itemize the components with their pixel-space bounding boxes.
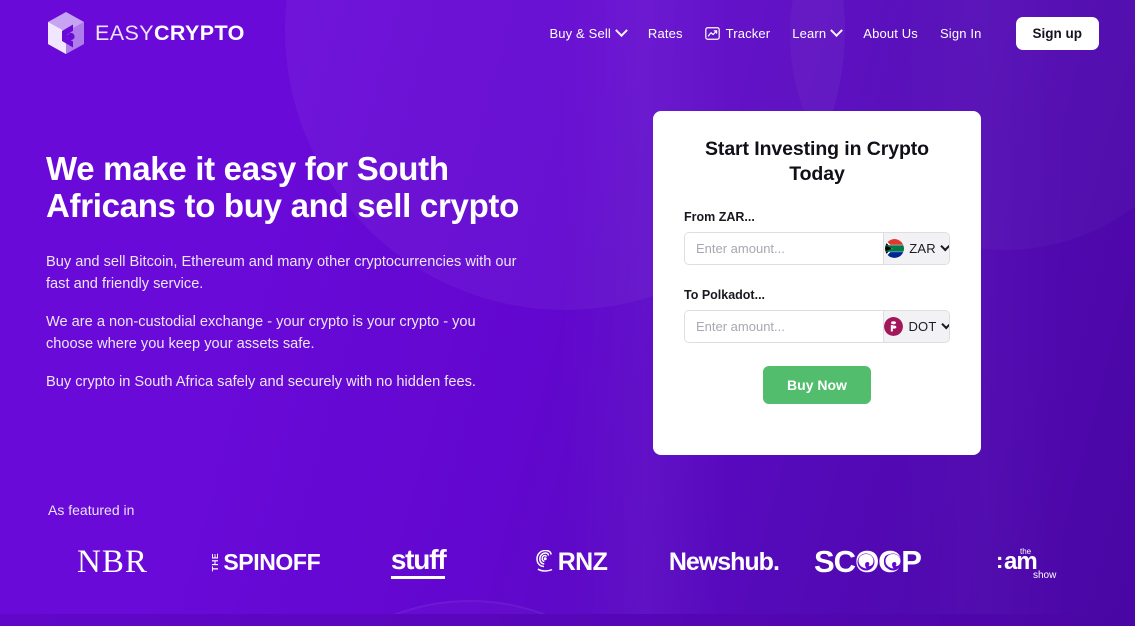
- polkadot-icon: [884, 316, 904, 336]
- featured-logo-the-am-show[interactable]: : am the show: [953, 536, 1106, 588]
- to-amount-input[interactable]: [685, 310, 883, 342]
- brand-logo-text: EASYCRYPTO: [95, 21, 245, 46]
- south-africa-flag-icon: [885, 238, 905, 258]
- buy-now-container: Buy Now: [684, 365, 950, 404]
- brand-logo[interactable]: EASYCRYPTO: [46, 11, 245, 55]
- start-investing-card: Start Investing in Crypto Today From ZAR…: [653, 111, 981, 455]
- hero-paragraph: We are a non-custodial exchange - your c…: [46, 313, 476, 353]
- buy-now-button[interactable]: Buy Now: [763, 365, 871, 404]
- rnz-logo-text: RNZ: [557, 547, 608, 576]
- from-asset-code: ZAR: [909, 240, 936, 256]
- landing-page: EASYCRYPTO Buy & Sell Rates Tracker Lear…: [0, 0, 1135, 626]
- koru-spiral-icon: [535, 550, 553, 572]
- nav-item-tracker[interactable]: Tracker: [704, 25, 771, 41]
- am-show-logo: : am the show: [996, 547, 1057, 581]
- nav-item-label: Learn: [792, 25, 827, 41]
- brand-logo-easy: EASY: [95, 20, 154, 45]
- nav-item-label: Buy & Sell: [549, 25, 611, 41]
- hero-paragraph: Buy crypto in South Africa safely and se…: [46, 374, 476, 391]
- card-title: Start Investing in Crypto Today: [705, 138, 929, 186]
- featured-logo-scoop[interactable]: SCOOP: [800, 536, 953, 588]
- nav-item-about-us[interactable]: About Us: [863, 26, 918, 41]
- chevron-down-icon: [940, 319, 949, 330]
- from-amount-input[interactable]: [685, 232, 883, 264]
- to-amount-row: DOT: [684, 309, 950, 343]
- spinoff-logo-main: SPINOFF: [223, 548, 321, 575]
- hero-paragraph: Buy and sell Bitcoin, Ethereum and many …: [46, 253, 517, 292]
- rnz-logo: RNZ: [535, 548, 608, 577]
- easycrypto-cube-logo-icon: [48, 12, 84, 54]
- to-field-label: To Polkadot...: [684, 287, 766, 302]
- main-navigation: Buy & Sell Rates Tracker Learn About Us: [549, 16, 1099, 50]
- chevron-down-icon: [615, 23, 628, 37]
- hero-section: We make it easy for South Africans to bu…: [46, 150, 556, 393]
- nav-item-learn[interactable]: Learn: [792, 23, 844, 41]
- nav-item-label: Rates: [647, 25, 683, 41]
- featured-logos-row: NBR THE SPINOFF stuff RNZ Newshub.: am …: [36, 536, 1106, 588]
- featured-logo-rnz[interactable]: RNZ: [495, 536, 648, 588]
- am-show-logo-sub: show: [1033, 570, 1057, 581]
- nav-item-buy-sell[interactable]: Buy & Sell: [549, 23, 628, 41]
- featured-logo-nbr[interactable]: NBR: [36, 536, 189, 588]
- nav-item-label: Tracker: [725, 25, 771, 41]
- sign-up-button[interactable]: Sign up: [1015, 16, 1099, 50]
- spinoff-logo: THE SPINOFF: [210, 549, 320, 576]
- nav-item-rates[interactable]: Rates: [648, 26, 683, 41]
- featured-logo-the-spinoff[interactable]: THE SPINOFF: [189, 536, 342, 588]
- spinoff-logo-the: THE: [210, 552, 221, 572]
- from-amount-row: ZAR: [684, 231, 950, 265]
- chevron-down-icon: [940, 241, 949, 252]
- scoop-logo: SCOOP: [814, 545, 922, 579]
- svg-text::: :: [996, 548, 1003, 573]
- featured-logo-newshub[interactable]: Newshub.: [647, 536, 800, 588]
- bottom-band: [0, 614, 1135, 626]
- nbr-logo-text: NBR: [77, 543, 148, 580]
- from-field-label: From ZAR...: [684, 209, 755, 224]
- from-asset-selector[interactable]: ZAR: [883, 232, 949, 264]
- as-featured-in-label: As featured in: [48, 502, 135, 518]
- chevron-down-icon: [830, 23, 844, 37]
- page-title: We make it easy for South Africans to bu…: [46, 150, 519, 225]
- nav-item-sign-in[interactable]: Sign In: [940, 26, 982, 41]
- to-asset-selector[interactable]: DOT: [883, 310, 949, 342]
- stuff-logo-text: stuff: [390, 545, 447, 579]
- site-header: EASYCRYPTO Buy & Sell Rates Tracker Lear…: [0, 0, 1135, 66]
- featured-logo-stuff[interactable]: stuff: [342, 536, 495, 588]
- am-show-logo-the: the: [1020, 547, 1032, 556]
- to-asset-code: DOT: [908, 318, 937, 334]
- brand-logo-crypto: CRYPTO: [153, 20, 245, 45]
- newshub-logo-text: Newshub.: [668, 547, 780, 576]
- nav-item-label: Sign In: [939, 25, 982, 41]
- nav-item-label: About Us: [863, 25, 918, 41]
- chart-tracker-icon: [704, 26, 720, 40]
